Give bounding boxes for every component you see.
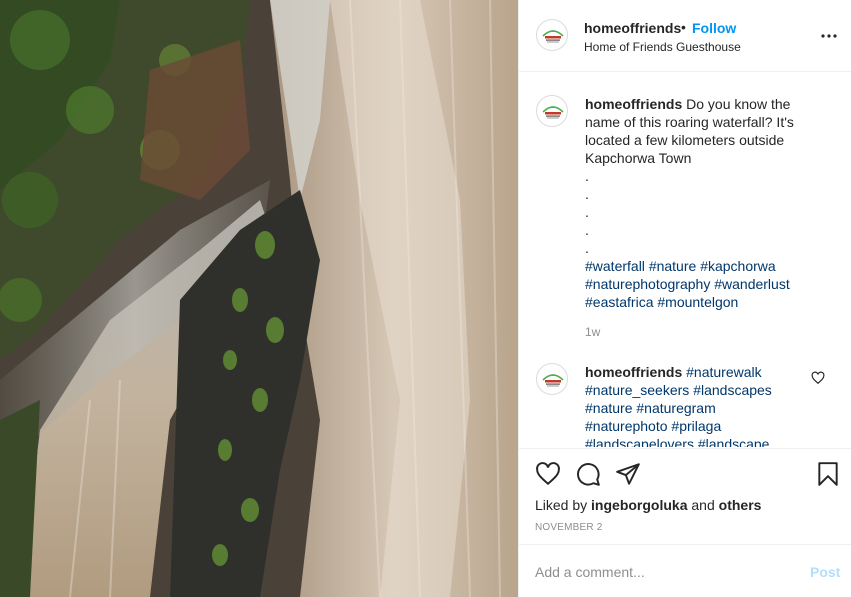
hashtag-link[interactable]: #landscapes (693, 382, 772, 398)
hashtag-link[interactable]: #mountelgon (657, 294, 738, 310)
caption-dot: . (585, 204, 589, 220)
caption-timestamp[interactable]: 1w (585, 325, 600, 339)
hashtag-link[interactable]: #wanderlust (714, 276, 790, 292)
home-of-friends-logo-icon (542, 106, 564, 119)
comment-icon[interactable] (575, 461, 601, 487)
post-date[interactable]: NOVEMBER 2 (535, 522, 603, 533)
caption-dot: . (585, 240, 589, 256)
liked-by-summary: Liked by ingeborgoluka and others (535, 497, 761, 513)
header-separator: • (681, 19, 686, 35)
liked-by-and: and (691, 497, 715, 513)
comment-username[interactable]: homeoffriends (585, 364, 682, 380)
post-photo[interactable] (0, 0, 518, 597)
hashtag-link[interactable]: #eastafrica (585, 294, 653, 310)
liked-by-user[interactable]: ingeborgoluka (591, 497, 687, 513)
post-side-panel: homeoffriends • Follow Home of Friends G… (518, 0, 851, 597)
post-actions: Liked by ingeborgoluka and others NOVEMB… (519, 448, 851, 544)
home-of-friends-logo-icon (542, 374, 564, 387)
add-comment-bar: Post (519, 544, 851, 597)
hashtag-link[interactable]: #naturewalk (686, 364, 762, 380)
hashtag-link[interactable]: #nature (585, 400, 632, 416)
hashtag-link[interactable]: #naturephotography (585, 276, 710, 292)
hashtag-link[interactable]: #naturegram (636, 400, 715, 416)
heart-icon[interactable] (535, 461, 561, 487)
hashtag-link[interactable]: #prilaga (671, 418, 721, 434)
hashtag-link[interactable]: #landscapelovers (585, 436, 694, 447)
caption-username[interactable]: homeoffriends (585, 96, 682, 112)
more-options-icon[interactable] (819, 26, 839, 46)
bookmark-icon[interactable] (815, 461, 841, 487)
caption-dot: . (585, 186, 589, 202)
location-link[interactable]: Home of Friends Guesthouse (584, 40, 741, 54)
hashtag-link[interactable]: #kapchorwa (700, 258, 776, 274)
comments-list[interactable]: homeoffriends Do you know the name of th… (519, 73, 851, 447)
header-username[interactable]: homeoffriends (584, 20, 681, 36)
like-comment-heart-icon[interactable] (811, 371, 825, 385)
comment-input[interactable] (535, 561, 795, 583)
avatar[interactable] (536, 363, 568, 395)
comment-item: homeoffriends #naturewalk #nature_seeker… (585, 363, 785, 447)
share-icon[interactable] (615, 461, 641, 487)
avatar[interactable] (536, 19, 568, 51)
liked-by-prefix: Liked by (535, 497, 588, 513)
post-comment-button[interactable]: Post (810, 564, 840, 580)
waterfall-photo (0, 0, 518, 597)
hashtag-link[interactable]: #nature_seekers (585, 382, 689, 398)
hashtag-link[interactable]: #naturephoto (585, 418, 668, 434)
home-of-friends-logo-icon (542, 30, 564, 43)
post-caption: homeoffriends Do you know the name of th… (585, 95, 825, 311)
caption-dot: . (585, 168, 589, 184)
hashtag-link[interactable]: #landscape (698, 436, 770, 447)
caption-dot: . (585, 222, 589, 238)
hashtag-link[interactable]: #waterfall (585, 258, 645, 274)
hashtag-link[interactable]: #nature (649, 258, 696, 274)
follow-button[interactable]: Follow (692, 20, 736, 36)
post-header: homeoffriends • Follow Home of Friends G… (519, 0, 851, 72)
liked-by-others[interactable]: others (719, 497, 762, 513)
avatar[interactable] (536, 95, 568, 127)
